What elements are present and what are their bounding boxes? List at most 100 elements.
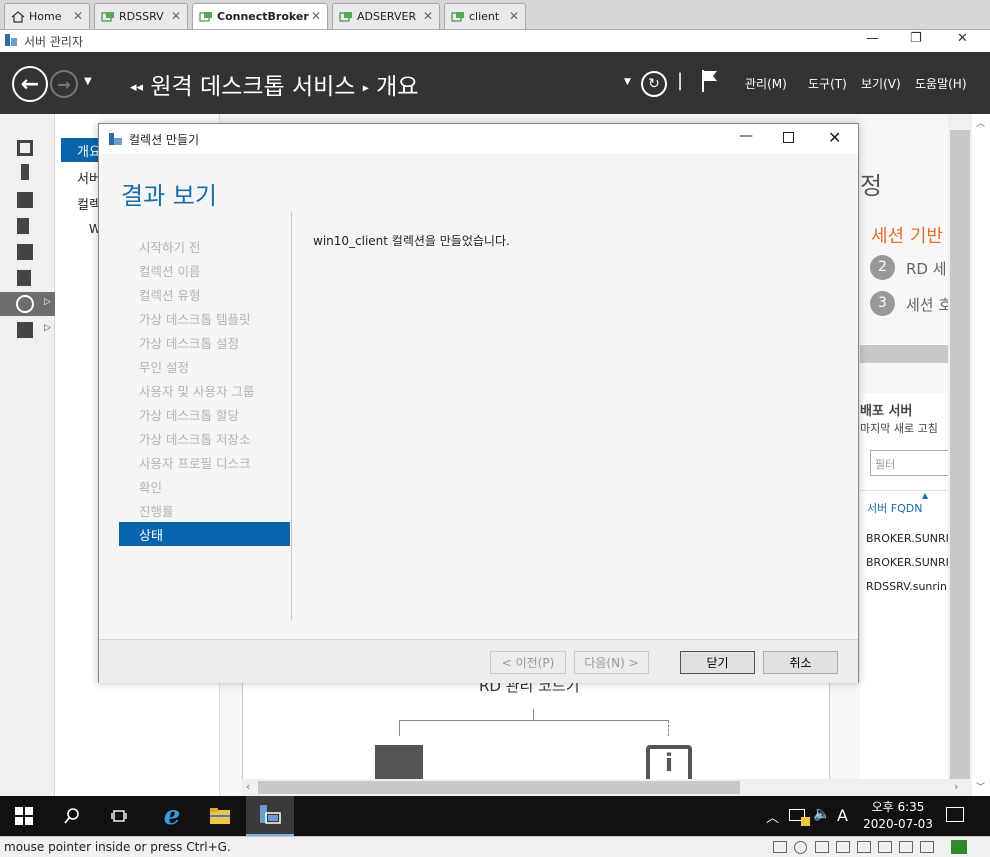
close-icon[interactable]: ✕ [509,9,519,23]
notification-flag-icon[interactable] [700,68,720,94]
wsus-icon[interactable]: ▷ [0,318,55,342]
scroll-left-icon[interactable]: ‹ [246,780,250,793]
wizard-step-current: 상태 [119,522,290,546]
clock-date: 2020-07-03 [863,817,933,831]
table-row[interactable]: BROKER.SUNRI [866,556,948,569]
internet-explorer-icon[interactable]: e [148,796,196,836]
menu-view[interactable]: 보기(V) [861,75,901,92]
input-method-indicator[interactable]: A [837,806,848,825]
window-title: 서버 관리자 [24,35,84,49]
last-refresh-text: 마지막 새로 고침 [860,422,938,435]
wizard-step: 가상 데스크톱 템플릿 [139,312,251,327]
scroll-down-icon[interactable]: ﹀ [976,780,985,793]
vm-tab-home[interactable]: Home ✕ [4,3,90,29]
local-server-icon[interactable] [0,160,55,184]
cd-icon [794,841,807,854]
breadcrumb-back-icon[interactable]: ◂◂ [130,80,143,95]
scrollbar-thumb[interactable] [258,781,740,794]
close-button[interactable]: 닫기 [680,651,755,674]
volume-muted-icon[interactable]: 🔈 [813,806,830,822]
search-icon[interactable] [48,796,96,836]
file-explorer-icon[interactable] [196,796,244,836]
system-clock[interactable]: 오후 6:35 2020-07-03 [858,799,938,833]
table-row[interactable]: RDSSRV.sunrin. [866,580,948,593]
minimize-icon[interactable]: — [866,31,879,46]
chevron-right-icon: ▸ [362,80,369,95]
vm-tab-rdssrv[interactable]: RDSSRV ✕ [94,3,188,29]
separator: | [677,70,684,91]
cancel-button[interactable]: 취소 [763,651,838,674]
collection-icon [109,133,122,145]
deployment-overview-panel: RD 관리 코드기 i [242,674,830,795]
menu-manage[interactable]: 관리(M) [745,75,787,92]
rds-icon[interactable] [0,240,55,264]
server-manager-taskbar-icon[interactable] [246,796,294,836]
horizontal-scrollbar[interactable]: ‹ › [242,779,972,796]
dialog-heading: 결과 보기 [121,182,217,210]
panel-divider [860,345,948,363]
scroll-right-icon[interactable]: › [954,780,958,793]
wizard-step: 가상 데스크톱 저장소 [139,432,251,447]
scroll-up-icon[interactable]: ︿ [976,116,985,129]
all-servers-icon[interactable] [0,188,55,212]
column-header-server-fqdn[interactable]: 서버 FQDN [867,500,922,516]
notifications-icon[interactable] [946,807,964,822]
table-row[interactable]: BROKER.SUNRI [866,532,948,545]
chevron-up-icon[interactable]: ︿ [766,807,779,826]
windows-start-icon[interactable] [0,796,48,836]
menu-tools[interactable]: 도구(T) [808,75,847,92]
close-icon[interactable]: ✕ [171,9,181,23]
wizard-step: 가상 데스크톱 설정 [139,336,239,351]
file-storage-icon[interactable] [0,214,55,238]
vm-tab-label: ConnectBroker [217,10,309,23]
step-number-badge: 3 [870,291,895,316]
minimize-icon[interactable]: — [739,128,753,144]
forward-icon[interactable]: → [50,70,78,98]
step-label[interactable]: RD 세 [906,258,947,279]
create-collection-dialog: 컬렉션 만들기 — ✕ 결과 보기 시작하기 전 컬렉션 이름 컬렉션 유형 가… [98,123,859,683]
expand-icon[interactable]: ▷ [44,323,51,333]
task-view-icon[interactable] [96,796,144,836]
close-icon[interactable]: ✕ [73,9,83,23]
vm-icon [101,11,114,21]
dashboard-icon[interactable] [0,136,55,160]
scrollbar-thumb[interactable] [948,128,972,783]
outer-scrollbar[interactable]: ︿ ﹀ [972,114,990,796]
vm-tab-client[interactable]: client ✕ [444,3,526,29]
refresh-icon[interactable]: ↻ [641,71,667,97]
network-icon[interactable] [789,809,810,826]
expand-icon[interactable]: ▷ [44,297,51,307]
restore-icon[interactable]: ❐ [910,31,922,46]
hdd-icon [773,841,787,853]
close-icon[interactable]: ✕ [423,9,433,23]
step-label[interactable]: 세션 호 [906,294,948,315]
vm-tab-connectbroker[interactable]: ConnectBroker ✕ [192,3,328,29]
vm-icon [451,11,464,21]
filter-input[interactable]: 필터 [870,450,948,476]
dialog-title: 컬렉션 만들기 [129,133,200,147]
breadcrumb-page: 개요 [376,74,419,100]
maximize-icon[interactable] [783,132,794,143]
app-header: ← → ▼ ◂◂ 원격 데스크톱 서비스 ▸ 개요 ▼ ↻ | 관리(M) 도구… [0,52,990,114]
close-icon[interactable]: ✕ [957,31,968,46]
vm-tab-label: client [469,10,500,23]
vm-icon [199,11,212,21]
deploy-servers-heading: 배포 서버 [860,404,913,419]
back-icon[interactable]: ← [12,66,48,102]
next-button[interactable]: 다음(N) > [574,651,649,674]
prev-button[interactable]: < 이전(P) [490,651,566,674]
breadcrumb-root[interactable]: 원격 데스크톱 서비스 [150,74,355,100]
remote-desktop-services-icon[interactable]: ▷ [0,292,55,316]
network-adapter-icon [815,841,829,853]
sort-up-icon: ▲ [922,491,929,500]
dialog-body: 시작하기 전 컬렉션 이름 컬렉션 유형 가상 데스크톱 템플릿 가상 데스크톱… [99,212,858,639]
role-server-icon[interactable] [0,266,55,290]
step-number-badge: 2 [870,255,895,280]
vm-tab-adserver[interactable]: ADSERVER ✕ [332,3,440,29]
close-icon[interactable]: ✕ [311,9,321,23]
history-dropdown-icon[interactable]: ▼ [84,76,92,87]
dropdown-icon[interactable]: ▼ [624,77,631,87]
vm-tab-label: Home [29,10,62,23]
close-icon[interactable]: ✕ [828,128,841,147]
menu-help[interactable]: 도움말(H) [915,75,967,92]
